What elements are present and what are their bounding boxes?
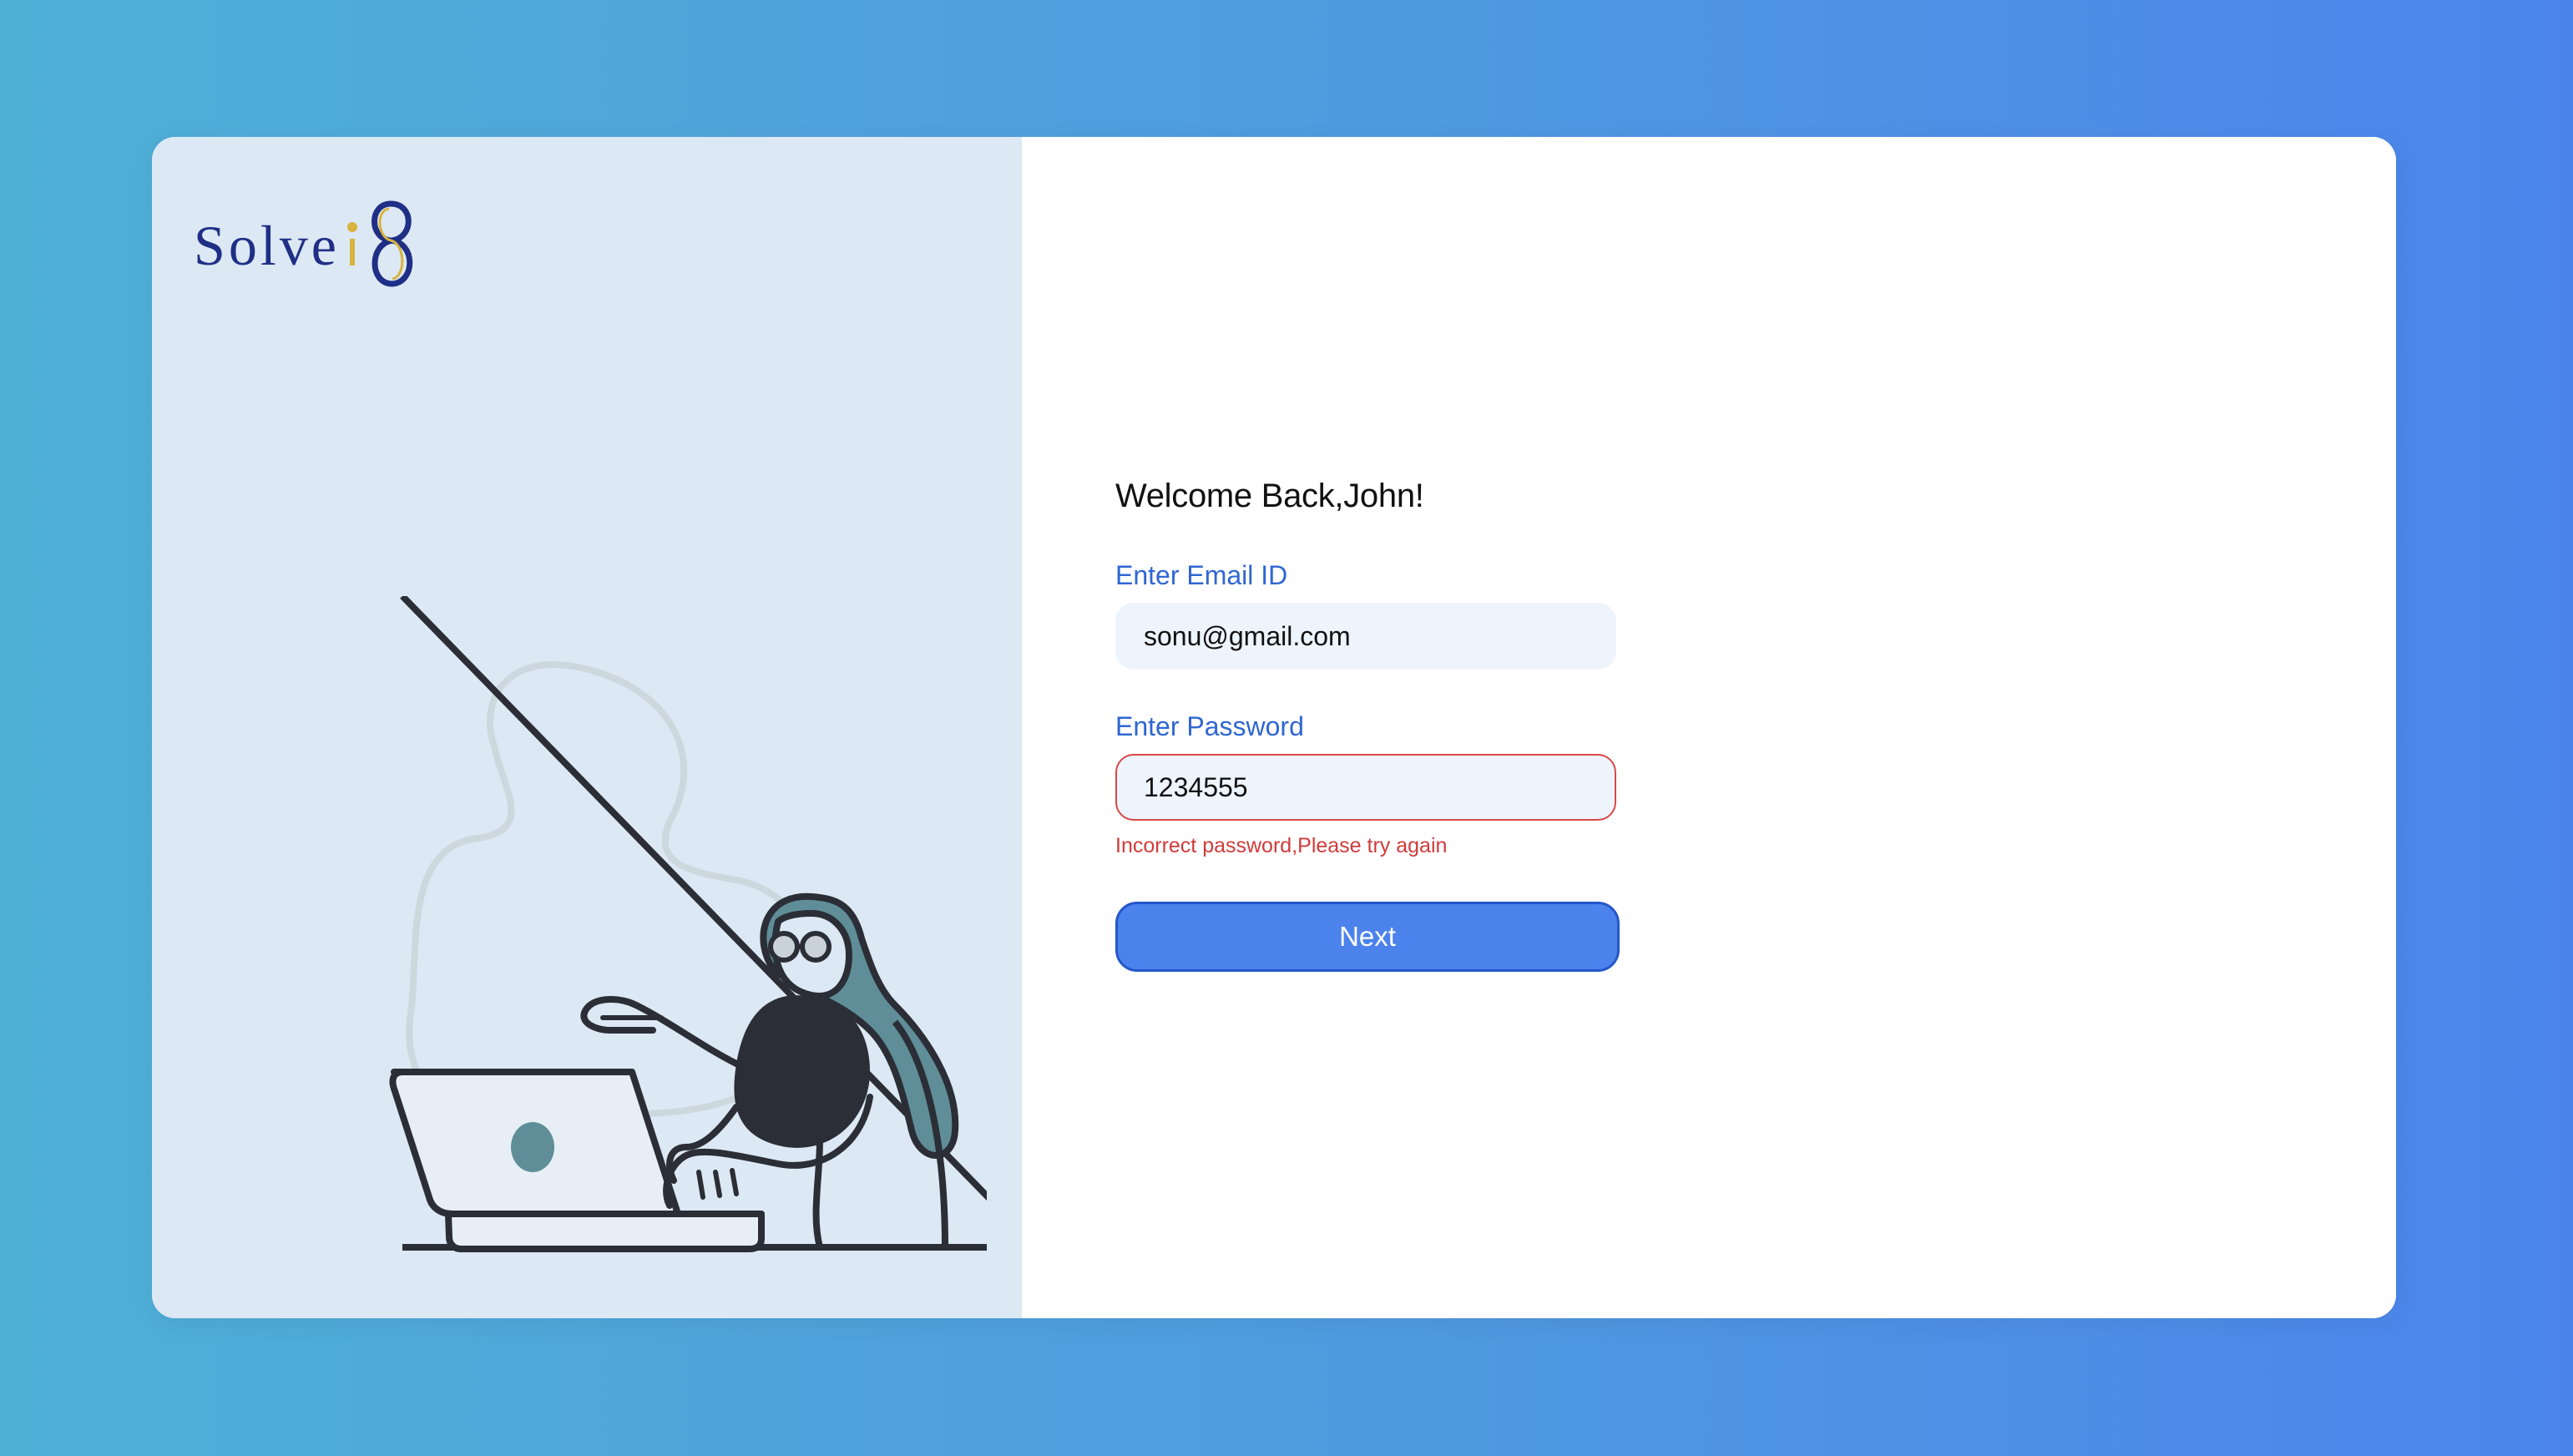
person-at-laptop-illustration — [235, 594, 1039, 1264]
password-label: Enter Password — [1115, 711, 1304, 741]
login-form: Welcome Back,John! Enter Email ID sonu@g… — [1115, 478, 1620, 972]
next-button[interactable]: Next — [1115, 902, 1620, 972]
svg-text:Solve: Solve — [194, 214, 340, 277]
email-input[interactable]: sonu@gmail.com — [1115, 603, 1616, 670]
password-error-message: Incorrect password,Please try again — [1115, 834, 1448, 857]
login-card: Solve Welcome Back,John! Enter Email ID … — [152, 137, 2396, 1318]
welcome-heading: Welcome Back,John! — [1115, 478, 1424, 514]
login-form-panel: Welcome Back,John! Enter Email ID sonu@g… — [1022, 137, 2396, 1318]
email-label: Enter Email ID — [1115, 560, 1288, 590]
password-input[interactable]: 1234555 — [1115, 754, 1616, 821]
solvei8-logo: Solve — [192, 179, 442, 296]
left-panel: Solve — [152, 137, 1039, 1318]
